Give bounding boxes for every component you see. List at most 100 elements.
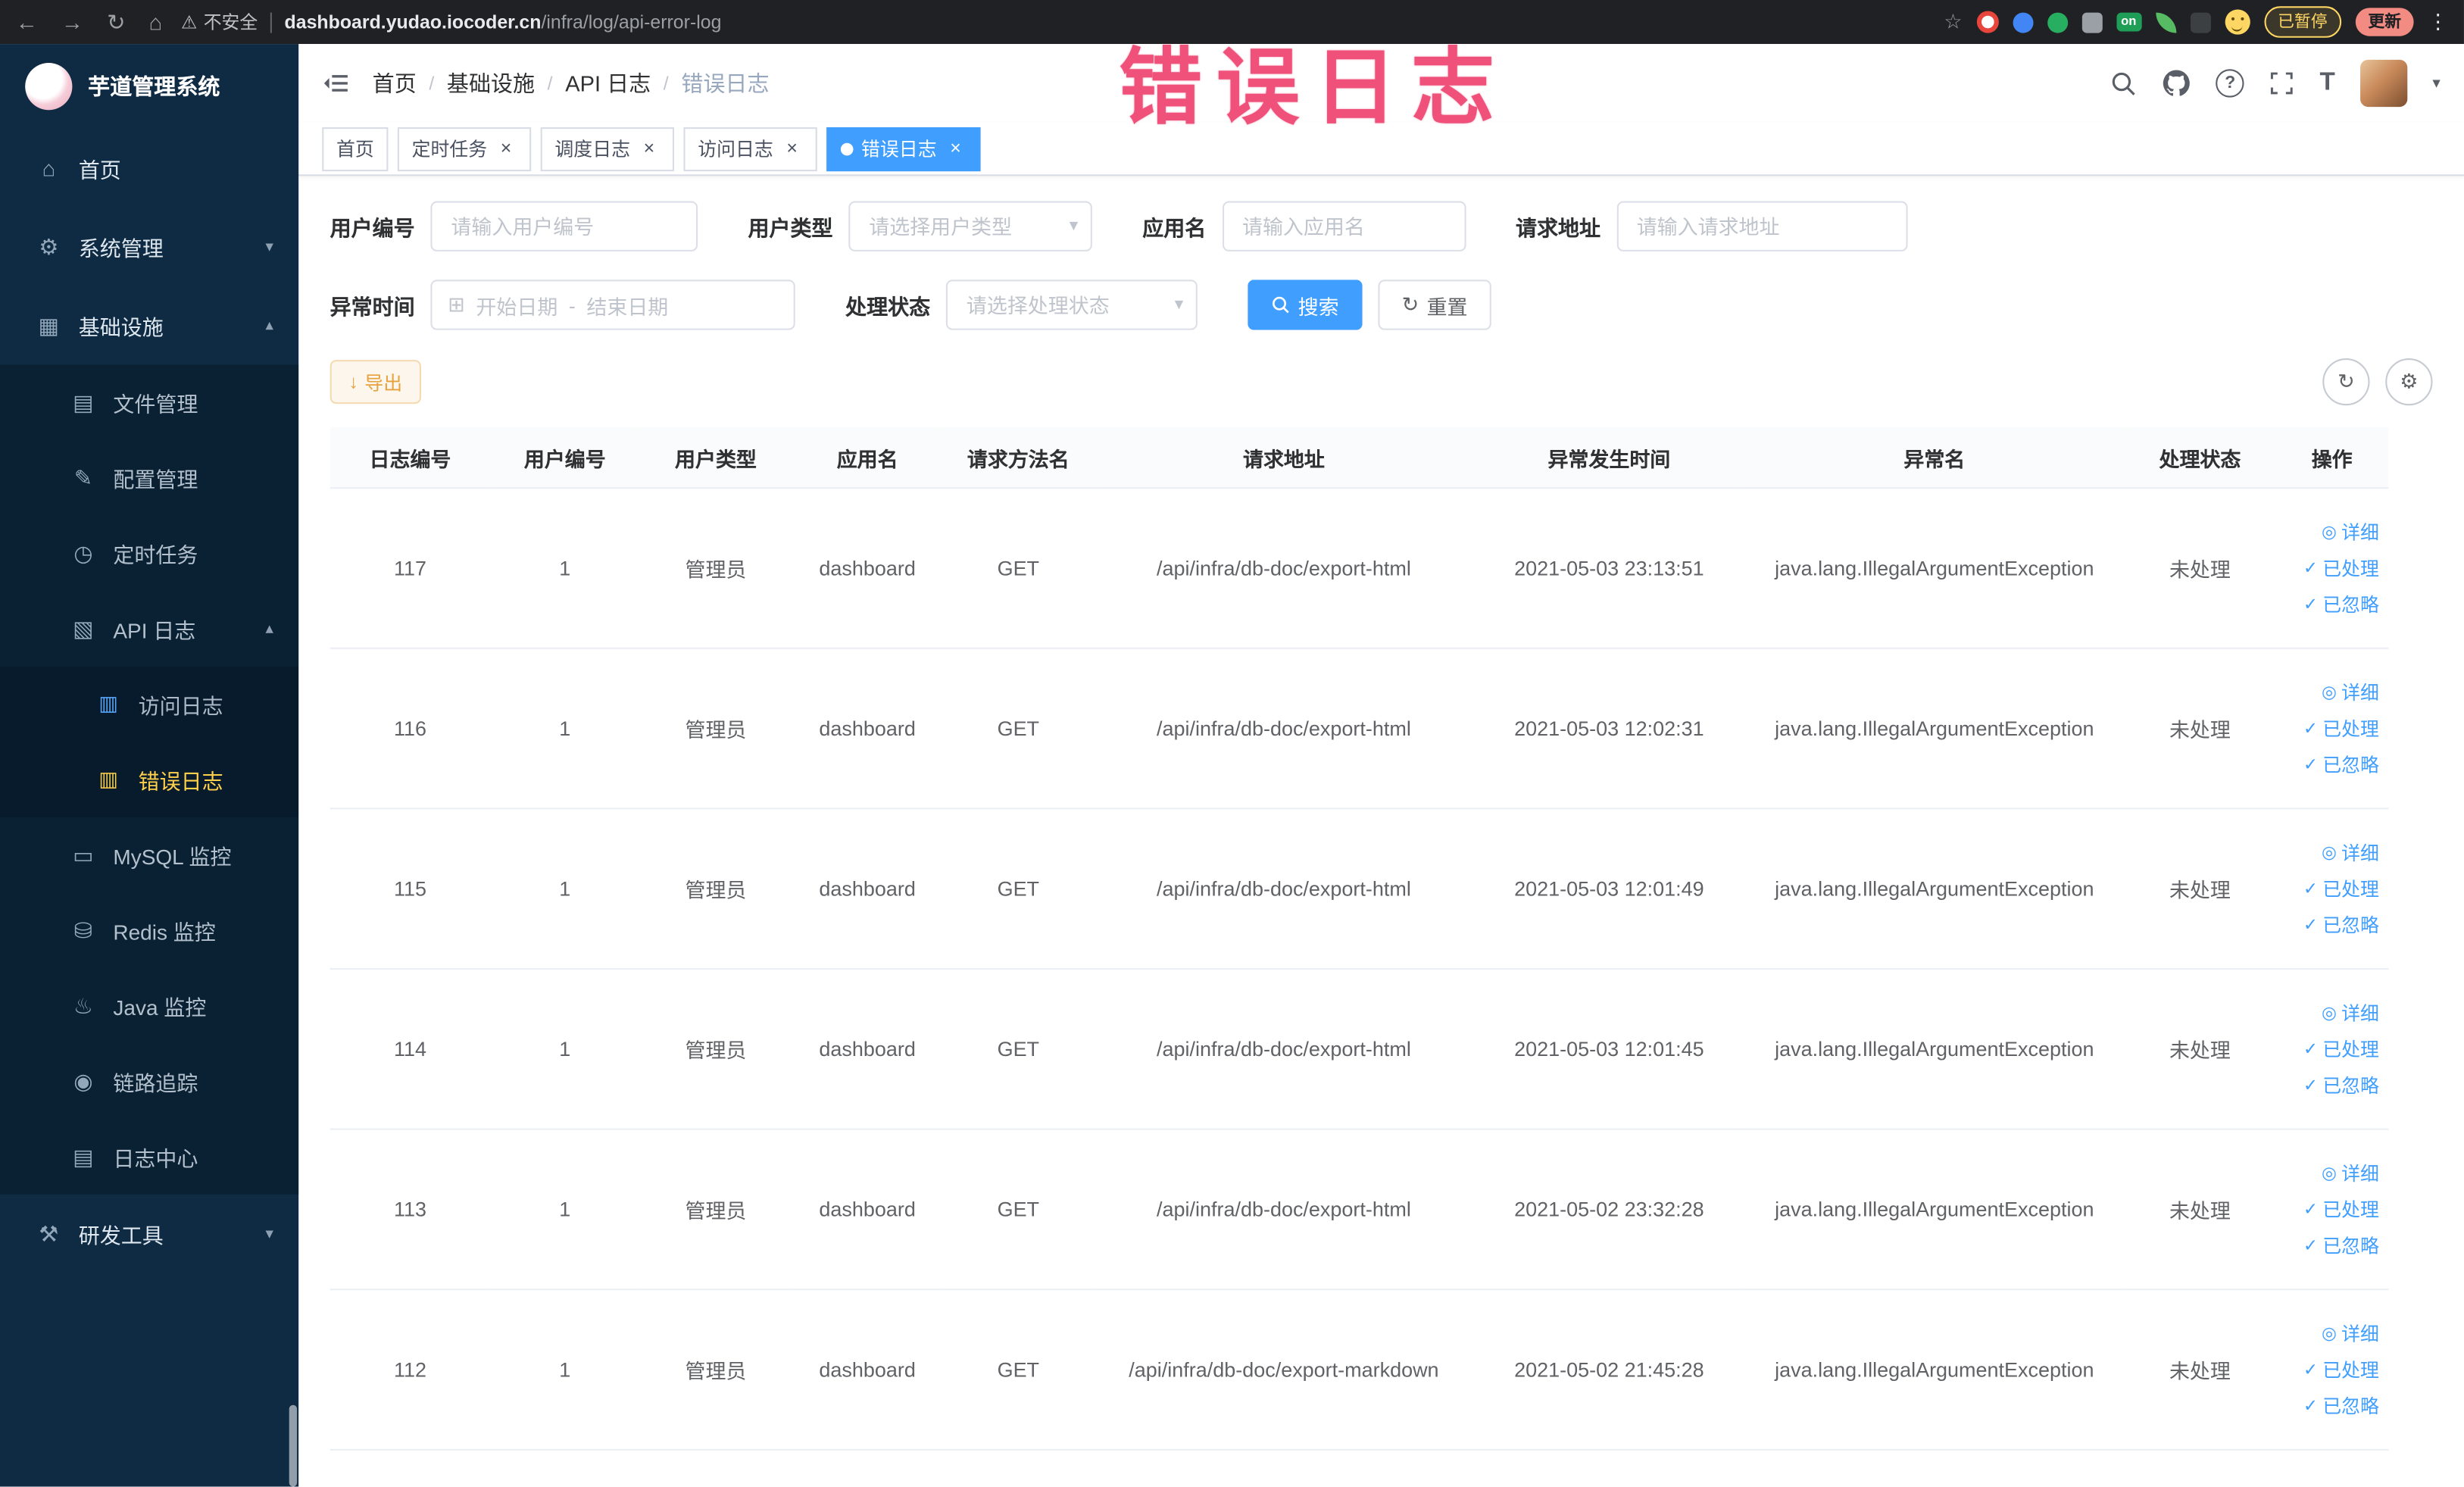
- mark-ignored-link[interactable]: ✓ 已忽略: [2303, 911, 2379, 938]
- breadcrumb-item[interactable]: 首页: [373, 67, 417, 98]
- sidebar-item-access-log[interactable]: ▥ 访问日志: [0, 666, 299, 742]
- table-row: 114 1 管理员 dashboard GET /api/infra/db-do…: [329, 968, 2389, 1130]
- extensions-puzzle-icon[interactable]: [2081, 11, 2103, 33]
- app-logo[interactable]: 芋道管理系统: [0, 44, 298, 129]
- sidebar-item-dev-tools[interactable]: ⚒ 研发工具 ▾: [0, 1195, 298, 1273]
- sidebar-item-file-mgmt[interactable]: ▤ 文件管理: [0, 364, 299, 440]
- tab-error-log[interactable]: 错误日志 ×: [826, 127, 981, 171]
- detail-link[interactable]: ◎ 详细: [2322, 679, 2379, 705]
- detail-label: 详细: [2341, 1323, 2379, 1345]
- table-row: 112 1 管理员 dashboard GET /api/infra/db-do…: [329, 1289, 2389, 1451]
- bookmark-star-icon[interactable]: ☆: [1944, 9, 1962, 34]
- avatar-caret-icon[interactable]: ▾: [2432, 75, 2440, 92]
- refresh-icon: ↻: [1401, 292, 1419, 316]
- breadcrumb-item[interactable]: 基础设施: [447, 67, 535, 98]
- mark-processed-link[interactable]: ✓ 已处理: [2303, 1356, 2379, 1382]
- tab-scheduled-tasks[interactable]: 定时任务 ×: [397, 127, 532, 171]
- github-icon[interactable]: [2163, 69, 2191, 97]
- app-name-input[interactable]: [1222, 201, 1466, 251]
- processed-label: 已处理: [2322, 718, 2379, 741]
- extension-on-badge[interactable]: on: [2116, 12, 2141, 32]
- update-button[interactable]: 更新: [2355, 8, 2414, 36]
- column-settings-button[interactable]: ⚙: [2385, 358, 2433, 406]
- mark-ignored-link[interactable]: ✓ 已忽略: [2303, 591, 2379, 617]
- sidebar-item-java-monitor[interactable]: ♨ Java 监控: [0, 967, 299, 1044]
- sidebar-item-config-mgmt[interactable]: ✎ 配置管理: [0, 439, 299, 516]
- user-id-input[interactable]: [430, 201, 698, 251]
- mark-ignored-link[interactable]: ✓ 已忽略: [2303, 1232, 2379, 1258]
- sidebar-item-mysql-monitor[interactable]: ▭ MySQL 监控: [0, 817, 299, 893]
- filter-label: 用户编号: [329, 217, 415, 241]
- close-icon[interactable]: ×: [495, 136, 517, 160]
- mark-processed-link[interactable]: ✓ 已处理: [2303, 1196, 2379, 1223]
- table-row: 115 1 管理员 dashboard GET /api/infra/db-do…: [329, 808, 2389, 970]
- cell-method: GET: [942, 968, 1094, 1130]
- help-icon[interactable]: ?: [2216, 69, 2244, 98]
- sidebar-scrollbar[interactable]: [289, 1404, 298, 1487]
- fullscreen-icon[interactable]: [2269, 70, 2294, 95]
- font-size-icon[interactable]: T: [2319, 69, 2334, 97]
- close-icon[interactable]: ×: [781, 136, 803, 160]
- detail-link[interactable]: ◎ 详细: [2322, 519, 2379, 545]
- detail-link[interactable]: ◎ 详细: [2322, 1160, 2379, 1186]
- export-button[interactable]: ↓ 导出: [329, 360, 422, 405]
- search-icon[interactable]: [2111, 70, 2138, 96]
- extension-green-icon[interactable]: [2047, 11, 2068, 33]
- date-range-picker[interactable]: ⊞ 开始日期 - 结束日期: [430, 280, 795, 330]
- menu-label: 定时任务: [113, 543, 198, 567]
- close-icon[interactable]: ×: [945, 136, 967, 160]
- mark-ignored-link[interactable]: ✓ 已忽略: [2303, 1072, 2379, 1098]
- tab-access-log[interactable]: 访问日志 ×: [683, 127, 817, 171]
- address-bar[interactable]: ⚠ 不安全 dashboard.yudao.iocoder.cn/infra/l…: [181, 9, 1925, 34]
- sidebar-item-error-log[interactable]: ▥ 错误日志: [0, 742, 299, 817]
- sidebar-item-log-center[interactable]: ▤ 日志中心: [0, 1119, 299, 1195]
- refresh-table-button[interactable]: ↻: [2322, 358, 2370, 406]
- user-type-select[interactable]: [848, 201, 1092, 251]
- extension-blue-icon[interactable]: [2012, 11, 2033, 33]
- close-icon[interactable]: ×: [638, 136, 660, 160]
- sidebar-item-home[interactable]: ⌂ 首页: [0, 129, 298, 208]
- cell-user-id: 1: [490, 1289, 640, 1451]
- sidebar-item-redis-monitor[interactable]: ⛁ Redis 监控: [0, 892, 299, 968]
- forward-icon[interactable]: →: [61, 11, 83, 33]
- sidebar-item-scheduled-tasks[interactable]: ◷ 定时任务: [0, 515, 299, 592]
- extension-red-icon[interactable]: [1976, 11, 1999, 33]
- mark-ignored-link[interactable]: ✓ 已忽略: [2303, 1392, 2379, 1419]
- browser-chrome: ← → ↻ ⌂ ⚠ 不安全 dashboard.yudao.iocoder.cn…: [0, 0, 2464, 45]
- folder-icon: ▤: [73, 389, 94, 414]
- profile-avatar[interactable]: [2224, 9, 2250, 35]
- tab-home[interactable]: 首页: [322, 127, 389, 171]
- request-url-input[interactable]: [1616, 201, 1907, 251]
- detail-link[interactable]: ◎ 详细: [2322, 999, 2379, 1026]
- mark-processed-link[interactable]: ✓ 已处理: [2303, 715, 2379, 742]
- back-icon[interactable]: ←: [16, 11, 38, 33]
- sidebar-item-system-mgmt[interactable]: ⚙ 系统管理 ▾: [0, 208, 298, 286]
- chevron-up-icon: ▴: [265, 317, 273, 334]
- browser-home-icon[interactable]: ⌂: [149, 11, 163, 33]
- paused-chip[interactable]: 已暂停: [2263, 6, 2342, 38]
- cell-method: GET: [942, 1129, 1094, 1291]
- mark-processed-link[interactable]: ✓ 已处理: [2303, 876, 2379, 902]
- extension-dark-icon[interactable]: [2189, 11, 2210, 33]
- breadcrumb-item[interactable]: API 日志: [565, 67, 651, 98]
- detail-link[interactable]: ◎ 详细: [2322, 1320, 2379, 1347]
- mark-processed-link[interactable]: ✓ 已处理: [2303, 1036, 2379, 1062]
- search-button[interactable]: 搜索: [1248, 280, 1363, 330]
- mark-ignored-link[interactable]: ✓ 已忽略: [2303, 751, 2379, 778]
- sidebar-item-infrastructure[interactable]: ▦ 基础设施 ▴: [0, 286, 298, 365]
- security-warning[interactable]: ⚠ 不安全: [181, 9, 258, 34]
- user-avatar[interactable]: [2359, 59, 2408, 108]
- cell-url: /api/infra/db-doc/export-html: [1093, 968, 1474, 1130]
- reset-button[interactable]: ↻ 重置: [1378, 280, 1491, 330]
- browser-menu-icon[interactable]: ⋮: [2428, 9, 2448, 34]
- sidebar-collapse-button[interactable]: [322, 69, 350, 97]
- process-status-select[interactable]: [945, 280, 1198, 330]
- tab-schedule-log[interactable]: 调度日志 ×: [540, 127, 675, 171]
- detail-link[interactable]: ◎ 详细: [2322, 839, 2379, 866]
- sidebar-item-tracing[interactable]: ◉ 链路追踪: [0, 1043, 299, 1120]
- cell-app: dashboard: [792, 648, 943, 810]
- extension-leaf-icon[interactable]: [2155, 11, 2176, 33]
- mark-processed-link[interactable]: ✓ 已处理: [2303, 555, 2379, 581]
- sidebar-item-api-logs[interactable]: ▧ API 日志 ▴: [0, 591, 299, 667]
- reload-icon[interactable]: ↻: [107, 11, 125, 33]
